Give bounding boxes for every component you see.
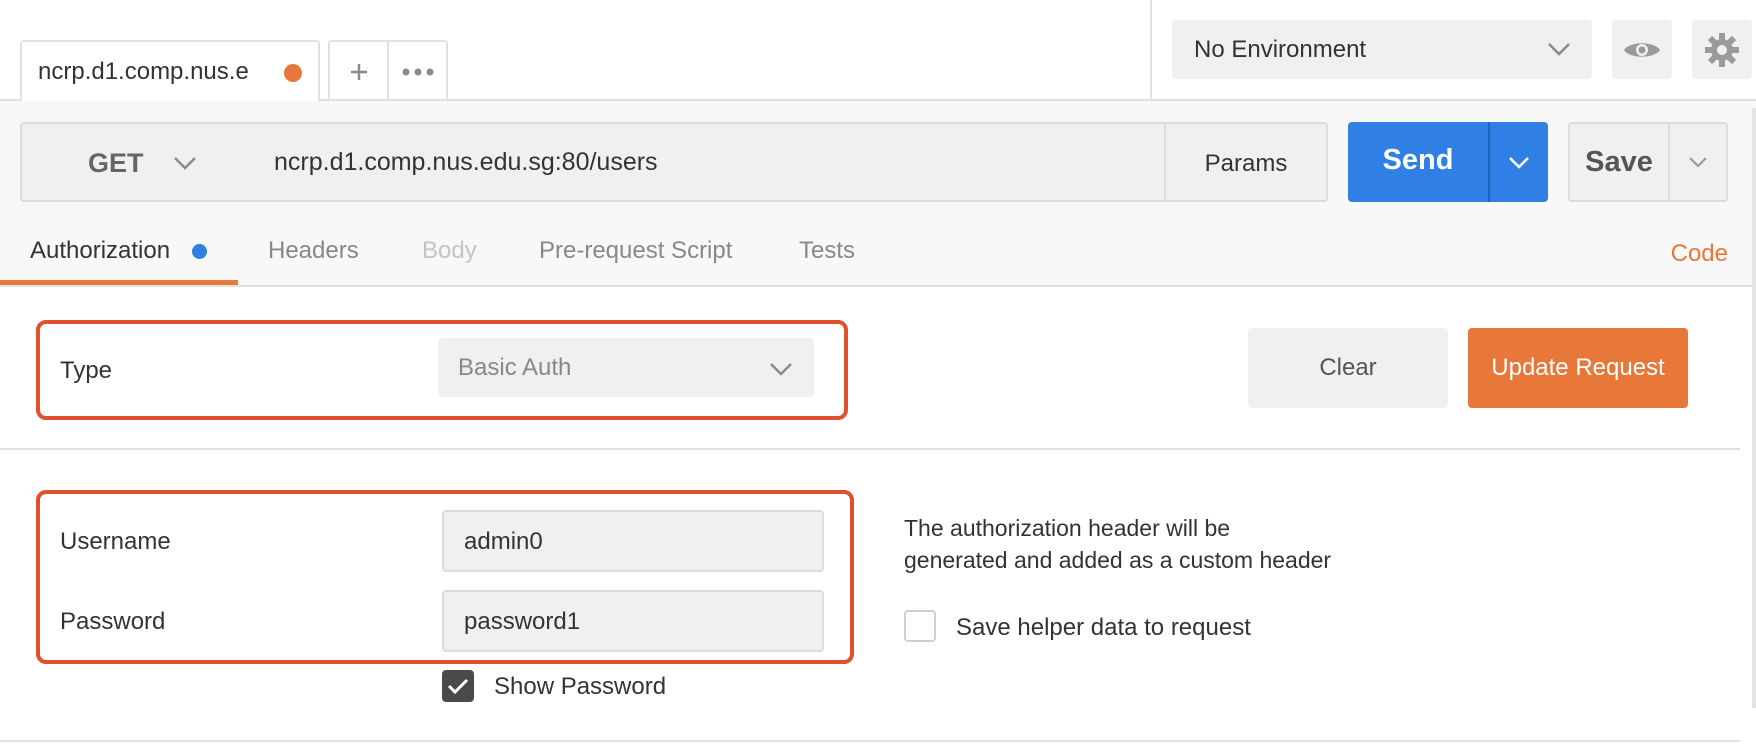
tab-authorization[interactable]: Authorization [30,237,170,265]
send-options-button[interactable] [1488,122,1548,202]
checkmark-icon [447,678,469,695]
password-label: Password [60,608,166,635]
username-value: admin0 [464,528,543,555]
help-line-1: The authorization header will be [904,515,1231,541]
username-label: Username [60,528,171,555]
environment-label: No Environment [1194,36,1367,63]
header-divider [1150,0,1152,101]
clear-label: Clear [1319,354,1377,381]
auth-type-select[interactable]: Basic Auth [438,338,814,397]
scrollbar[interactable] [1752,108,1756,708]
save-helper-label: Save helper data to request [956,614,1251,641]
environment-select[interactable]: No Environment [1172,20,1592,79]
update-request-label: Update Request [1491,354,1665,381]
chevron-down-icon [770,363,792,376]
username-field[interactable]: admin0 [442,510,824,572]
password-value: password1 [464,608,581,635]
tab-body[interactable]: Body [422,237,477,265]
send-label: Send [1382,144,1454,176]
save-button[interactable]: Save [1568,122,1670,202]
show-password-label: Show Password [494,673,667,700]
url-input[interactable]: ncrp.d1.comp.nus.edu.sg:80/users [252,122,1166,202]
tab-pre-request-script[interactable]: Pre-request Script [539,237,732,265]
section-divider [0,448,1740,450]
method-select[interactable]: GET [20,122,254,202]
chevron-down-icon [1689,157,1707,168]
new-tab-button[interactable] [330,42,387,101]
help-line-2: generated and added as a custom header [904,547,1332,573]
params-button[interactable]: Params [1164,122,1328,202]
tab-headers[interactable]: Headers [268,237,359,265]
tab-actions [328,40,448,101]
code-link[interactable]: Code [1671,240,1728,268]
tab-options-button[interactable] [387,42,446,101]
quick-look-button[interactable] [1612,20,1672,79]
request-tab[interactable]: ncrp.d1.comp.nus.e [20,40,320,103]
unsaved-dot [284,64,302,82]
ellipsis-icon [402,68,433,75]
method-label: GET [88,148,144,178]
request-tab-label: ncrp.d1.comp.nus.e [38,58,249,85]
eye-icon [1624,42,1660,57]
gear-icon [1705,32,1739,67]
save-helper-checkbox[interactable] [904,610,936,642]
password-field[interactable]: password1 [442,590,824,652]
plus-icon [350,63,367,80]
authorization-dot [192,244,207,259]
type-label: Type [60,357,113,384]
bottom-divider [0,740,1740,742]
chevron-down-icon [1548,43,1570,56]
chevron-down-icon [1509,157,1529,169]
auth-help-text: The authorization header will be generat… [904,512,1424,576]
send-button[interactable]: Send [1348,122,1488,202]
update-request-button[interactable]: Update Request [1468,328,1688,408]
save-options-button[interactable] [1668,122,1728,202]
show-password-checkbox[interactable] [442,670,474,702]
clear-button[interactable]: Clear [1248,328,1448,408]
settings-button[interactable] [1692,20,1752,79]
url-value: ncrp.d1.comp.nus.edu.sg:80/users [274,148,658,176]
auth-type-value: Basic Auth [458,354,572,381]
chevron-down-icon [174,157,196,170]
params-label: Params [1204,150,1288,177]
save-label: Save [1585,146,1653,178]
tab-tests[interactable]: Tests [799,237,855,265]
